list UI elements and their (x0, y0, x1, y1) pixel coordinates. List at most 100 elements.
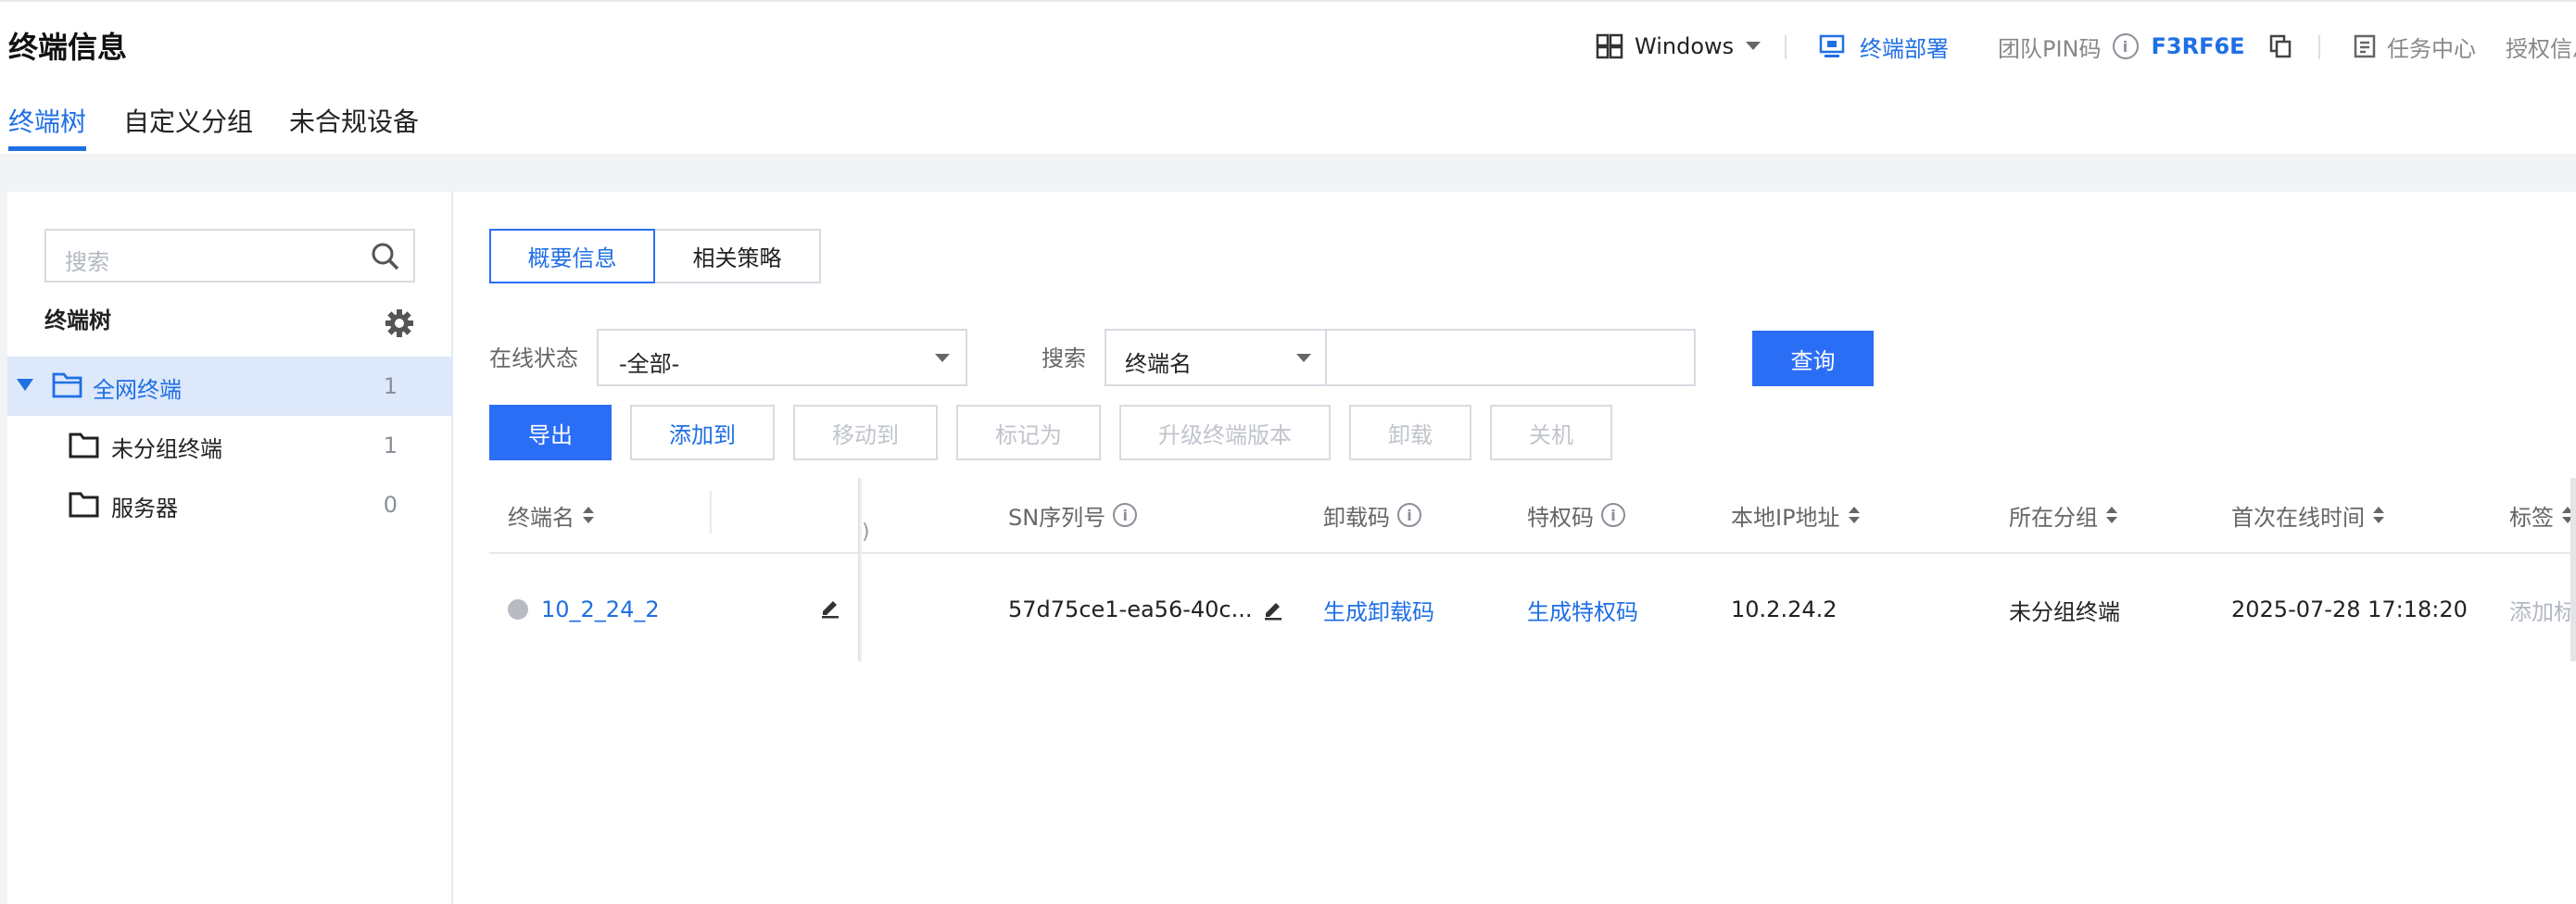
tree-item-count: 1 (383, 373, 398, 399)
team-pin: 团队PIN码 i F3RF6E (1998, 28, 2292, 65)
auth-link[interactable]: 授权信息 (2506, 28, 2576, 65)
status-filter-label: 在线状态 (489, 345, 578, 371)
column-divider (710, 491, 712, 534)
info-icon[interactable]: i (2112, 33, 2139, 59)
tab-custom-group[interactable]: 自定义分组 (123, 104, 253, 141)
sort-icon[interactable] (2372, 505, 2385, 525)
upgrade-version-button[interactable]: 升级终端版本 (1119, 405, 1331, 460)
col-terminal-name[interactable]: 终端名 (508, 496, 595, 534)
add-tag-link[interactable]: 添加标签 (2509, 591, 2570, 628)
col-sn: SN序列号 i (1008, 496, 1138, 534)
sn-value: 57d75ce1-ea56-40c... (1008, 596, 1253, 622)
col-label: 终端名 (508, 504, 575, 531)
col-label: SN序列号 (1008, 504, 1106, 531)
task-center-label: 任务中心 (2387, 35, 2476, 62)
search-field-select[interactable]: 终端名 (1105, 329, 1327, 386)
pin-value: F3RF6E (2151, 33, 2245, 59)
active-tab-indicator (8, 146, 86, 151)
status-select[interactable]: -全部- (597, 329, 967, 386)
add-to-button[interactable]: 添加到 (630, 405, 775, 460)
cell-group: 未分组终端 (2009, 598, 2120, 625)
mark-as-button[interactable]: 标记为 (956, 405, 1101, 460)
edit-icon[interactable] (819, 596, 841, 619)
task-center-link[interactable]: 任务中心 (2354, 28, 2476, 65)
cell-terminal-name: 10_2_24_2 (508, 591, 660, 628)
caret-down-icon[interactable] (17, 379, 33, 392)
sort-icon[interactable] (2105, 505, 2118, 525)
tree-item-servers[interactable]: 服务器 0 (7, 475, 453, 534)
tree-item-label: 未分组终端 (111, 436, 222, 462)
monitor-icon (1819, 33, 1845, 59)
header-divider (1785, 35, 1787, 59)
deploy-link[interactable]: 终端部署 (1819, 28, 1949, 65)
col-label: 卸载码 (1323, 504, 1390, 531)
uninstall-button[interactable]: 卸载 (1349, 405, 1471, 460)
col-label: 首次在线时间 (2231, 504, 2365, 531)
os-selector[interactable]: Windows (1596, 28, 1762, 65)
sort-icon[interactable] (582, 505, 595, 525)
cell-privilege-code: 生成特权码 (1527, 591, 1638, 628)
move-to-button[interactable]: 移动到 (793, 405, 938, 460)
deploy-label: 终端部署 (1860, 35, 1949, 62)
col-label: 所在分组 (2009, 504, 2098, 531)
os-label: Windows (1635, 33, 1735, 59)
caret-down-icon (934, 353, 951, 364)
scroll-edge (2570, 478, 2576, 661)
col-label: 特权码 (1527, 504, 1594, 531)
query-button[interactable]: 查询 (1752, 331, 1874, 386)
tree-item-count: 0 (383, 492, 398, 518)
col-first-online[interactable]: 首次在线时间 (2231, 496, 2385, 534)
tree-item-count: 1 (383, 433, 398, 458)
auth-label: 授权信息 (2506, 35, 2576, 62)
header-divider (2318, 35, 2320, 59)
generate-uninstall-code-link[interactable]: 生成卸载码 (1323, 594, 1434, 626)
col-label: 本地IP地址 (1731, 504, 1840, 531)
caret-down-icon (1745, 41, 1762, 52)
folder-icon (69, 492, 100, 518)
tab-noncompliant[interactable]: 未合规设备 (289, 104, 419, 141)
cell-ip: 10.2.24.2 (1731, 596, 1837, 622)
search-field-value: 终端名 (1125, 351, 1192, 377)
folder-icon (69, 433, 100, 458)
tree-title: 终端树 (44, 308, 111, 333)
col-local-ip[interactable]: 本地IP地址 (1731, 496, 1861, 534)
offline-status-dot (508, 599, 528, 620)
col-privilege-code: 特权码 i (1527, 496, 1625, 534)
cell-sn: 57d75ce1-ea56-40c... (1008, 591, 1253, 628)
windows-icon (1596, 32, 1623, 60)
folder-open-icon (52, 371, 83, 399)
frozen-column-shadow (858, 478, 862, 661)
gear-icon[interactable] (385, 308, 414, 338)
tree-item-ungrouped[interactable]: 未分组终端 1 (7, 416, 453, 475)
generate-privilege-code-link[interactable]: 生成特权码 (1527, 594, 1638, 626)
terminal-name-link[interactable]: 10_2_24_2 (541, 596, 660, 622)
caret-down-icon (1295, 353, 1312, 364)
status-select-value: -全部- (619, 351, 680, 377)
sidebar-search-input[interactable]: 搜索 (44, 229, 415, 282)
task-list-icon (2354, 34, 2376, 58)
search-filter-label: 搜索 (1042, 345, 1086, 371)
subtab-policies[interactable]: 相关策略 (655, 229, 821, 283)
edit-icon[interactable] (1262, 598, 1284, 621)
copy-icon[interactable] (2269, 34, 2292, 58)
col-tags[interactable]: 标签 (2509, 496, 2570, 534)
sort-icon[interactable] (1848, 505, 1861, 525)
search-input[interactable] (1325, 329, 1696, 386)
info-icon[interactable]: i (1601, 503, 1625, 527)
cell-first-online: 2025-07-28 17:18:20 (2231, 596, 2468, 622)
info-icon[interactable]: i (1397, 503, 1421, 527)
tab-terminal-tree[interactable]: 终端树 (8, 104, 86, 141)
sort-icon[interactable] (2561, 505, 2570, 525)
col-group[interactable]: 所在分组 (2009, 496, 2118, 534)
sidebar: 搜索 终端树 全网终端 1 未分组终端 1 服务器 0 (7, 192, 453, 904)
tree-item-label: 服务器 (111, 496, 178, 521)
page-title: 终端信息 (8, 30, 128, 65)
search-icon[interactable] (371, 242, 400, 271)
tree-item-all-terminals[interactable]: 全网终端 1 (7, 357, 453, 416)
shutdown-button[interactable]: 关机 (1490, 405, 1612, 460)
info-icon[interactable]: i (1113, 503, 1138, 527)
col-uninstall-code: 卸载码 i (1323, 496, 1421, 534)
export-button[interactable]: 导出 (489, 405, 612, 460)
pin-label: 团队PIN码 (1998, 35, 2102, 62)
subtab-overview[interactable]: 概要信息 (489, 229, 655, 283)
